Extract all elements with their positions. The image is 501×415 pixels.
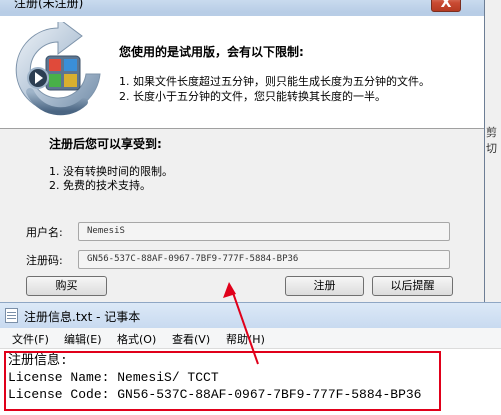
highlight-box: [4, 351, 441, 411]
buy-button[interactable]: 购买: [26, 276, 107, 296]
close-button[interactable]: X: [431, 0, 461, 12]
notepad-window: 注册信息.txt - 记事本 文件(F) 编辑(E) 格式(O) 查看(V) 帮…: [0, 302, 501, 415]
registration-dialog: 注册(未注册) X 您使用的是试用版，会有以下限制: 1. 如果文件长度超过五分…: [0, 0, 485, 303]
dialog-title-bar[interactable]: 注册(未注册) X: [0, 0, 484, 12]
notepad-title-bar[interactable]: 注册信息.txt - 记事本: [0, 302, 501, 328]
menu-view[interactable]: 查看(V): [172, 331, 210, 347]
register-button[interactable]: 注册: [285, 276, 364, 296]
background-window-text: 剪切: [486, 126, 497, 155]
registration-code-field[interactable]: GN56-537C-88AF-0967-7BF9-777F-5884-BP36: [78, 250, 450, 269]
remind-later-button[interactable]: 以后提醒: [372, 276, 453, 296]
benefits-heading: 注册后您可以享受到:: [49, 137, 162, 151]
converter-logo-icon: [15, 22, 101, 116]
username-label: 用户名:: [26, 226, 63, 239]
dialog-title: 注册(未注册): [14, 0, 84, 10]
notepad-icon: [5, 308, 18, 323]
trial-limit-2: 2. 长度小于五分钟的文件，您只能转换其长度的一半。: [119, 90, 386, 103]
notepad-menu-bar: 文件(F) 编辑(E) 格式(O) 查看(V) 帮助(H): [0, 328, 501, 349]
trial-banner: 您使用的是试用版，会有以下限制: 1. 如果文件长度超过五分钟，则只能生成长度为…: [0, 16, 484, 129]
menu-file[interactable]: 文件(F): [12, 331, 49, 347]
notepad-title: 注册信息.txt - 记事本: [24, 310, 141, 324]
menu-help[interactable]: 帮助(H): [226, 331, 265, 347]
menu-edit[interactable]: 编辑(E): [64, 331, 102, 347]
benefit-2: 2. 免费的技术支持。: [49, 179, 151, 192]
trial-limit-1: 1. 如果文件长度超过五分钟，则只能生成长度为五分钟的文件。: [119, 75, 430, 88]
registration-code-label: 注册码:: [26, 254, 63, 267]
username-field[interactable]: NemesiS: [78, 222, 450, 241]
menu-format[interactable]: 格式(O): [117, 331, 156, 347]
trial-heading: 您使用的是试用版，会有以下限制:: [119, 45, 304, 59]
